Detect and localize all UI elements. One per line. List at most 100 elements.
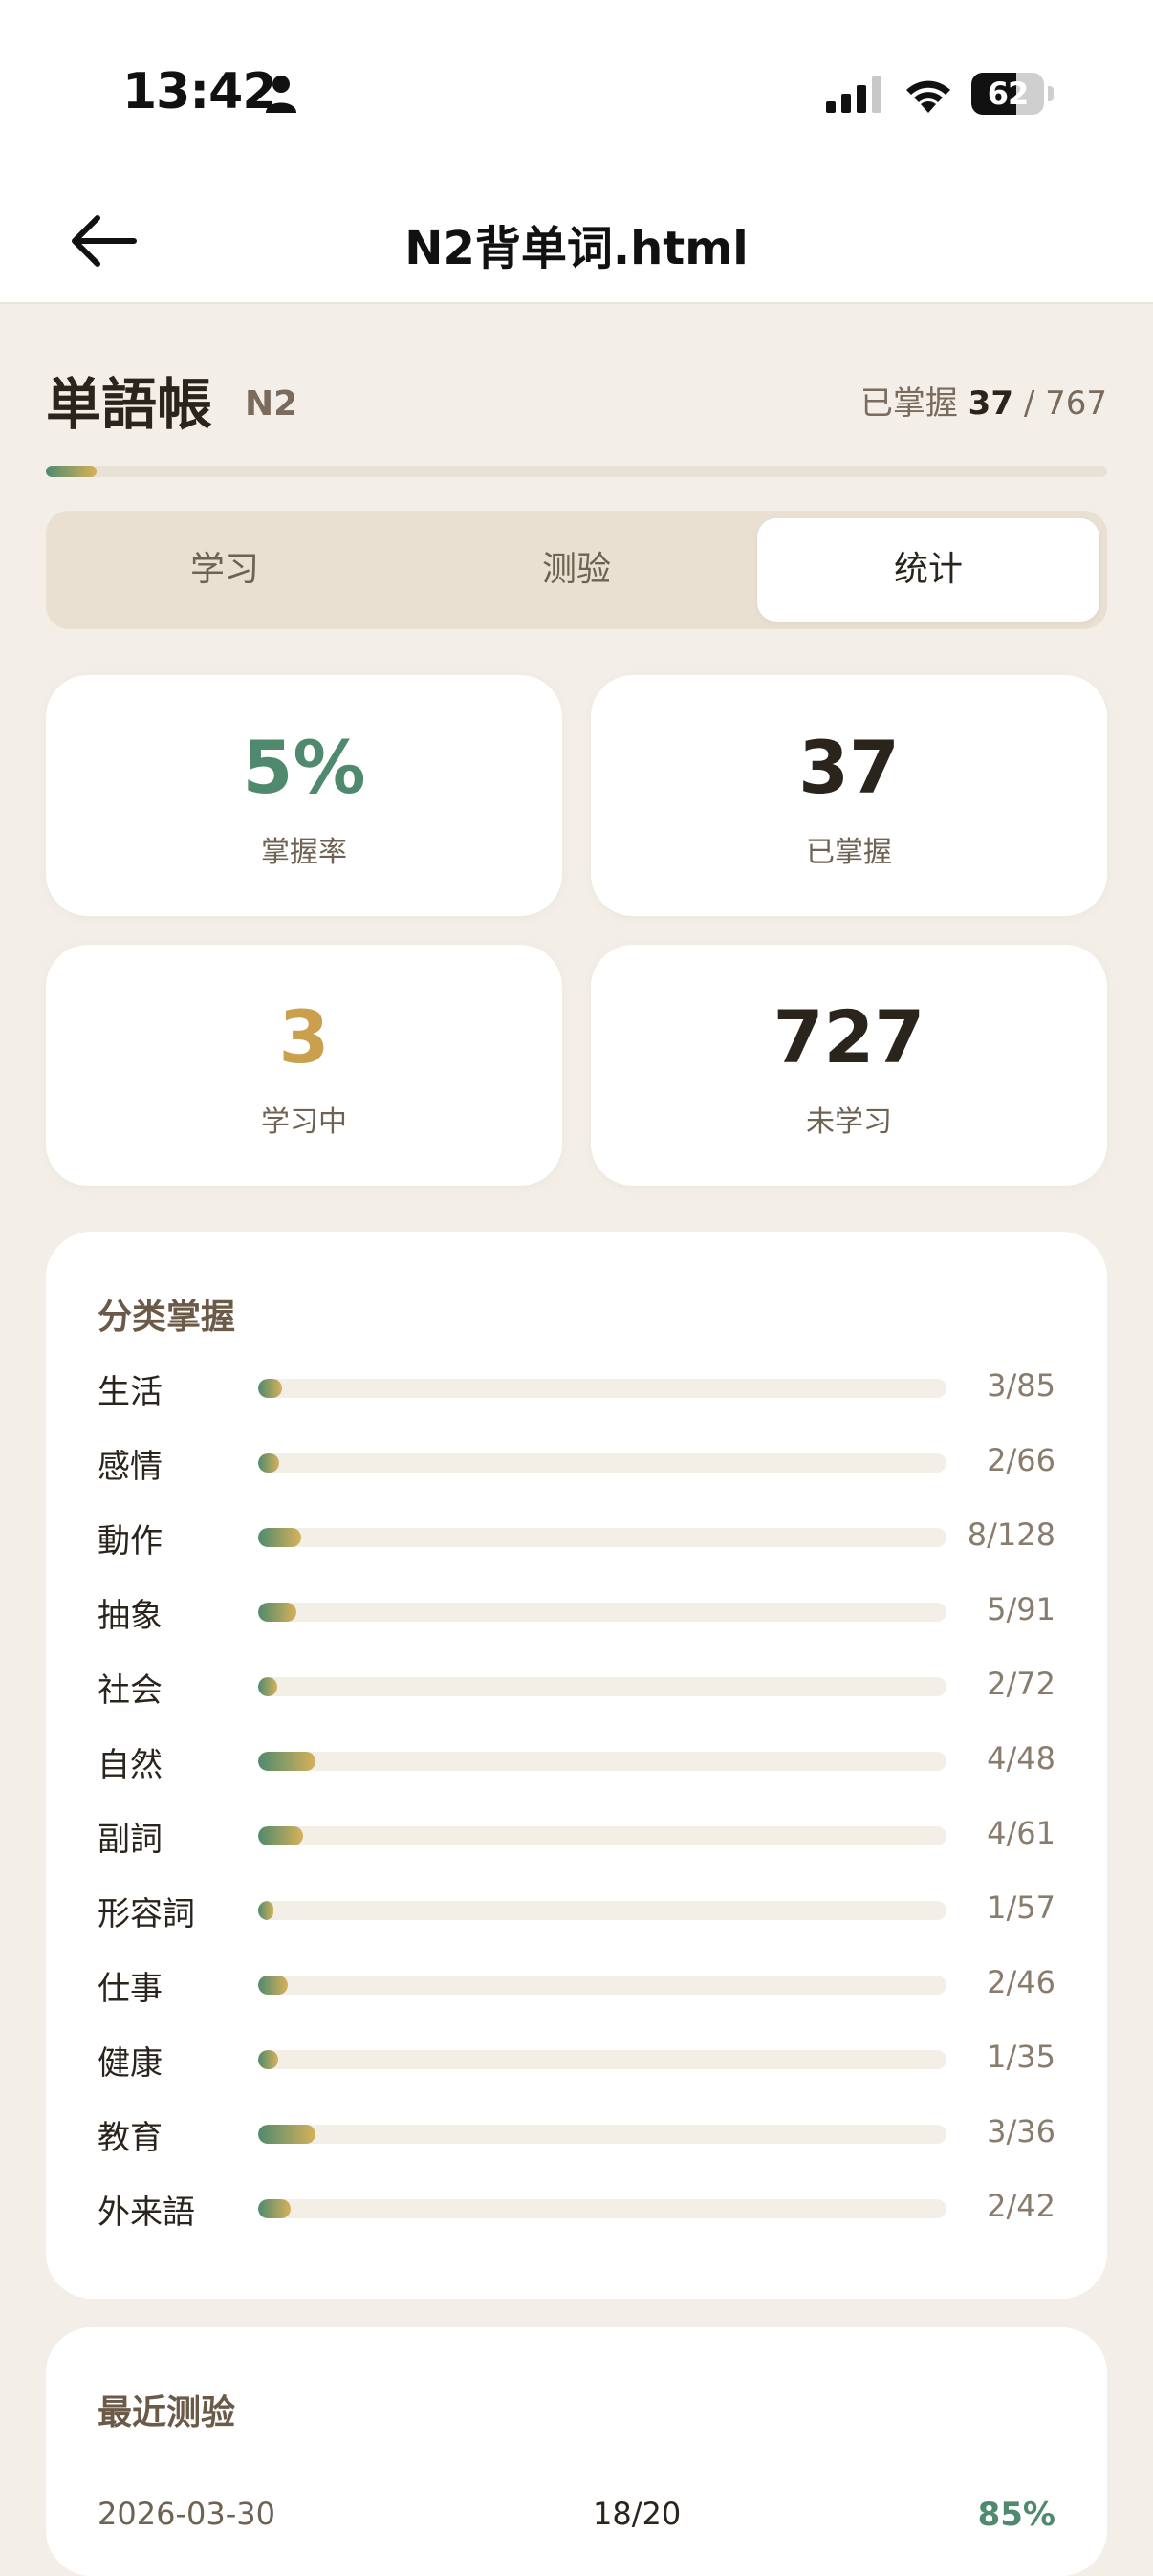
stat-value: 727 <box>772 994 925 1080</box>
category-name: 社会 <box>98 1671 163 1710</box>
category-count: 4/48 <box>987 1740 1055 1777</box>
category-count: 8/128 <box>967 1517 1055 1553</box>
stat-card-mastery-rate: 5% 掌握率 <box>46 675 562 916</box>
separator: / <box>1023 384 1035 423</box>
category-count: 3/85 <box>987 1367 1055 1404</box>
category-name: 動作 <box>98 1522 163 1561</box>
category-progress-bar <box>258 1752 946 1771</box>
category-row: 健康 1/35 <box>46 2029 1107 2086</box>
stat-label: 学习中 <box>261 1105 347 1139</box>
category-progress-fill <box>258 1379 283 1398</box>
tab-bar: 学习 测验 统计 <box>46 511 1107 629</box>
category-progress-fill <box>258 1603 296 1622</box>
category-count: 1/35 <box>987 2039 1055 2075</box>
mastered-summary: 已掌握 37 / 767 <box>860 377 1107 424</box>
category-progress-bar <box>258 1603 946 1622</box>
category-row: 仕事 2/46 <box>46 1954 1107 2012</box>
cellular-signal-icon <box>826 76 881 113</box>
category-count: 2/72 <box>987 1666 1055 1702</box>
category-name: 生活 <box>98 1373 163 1411</box>
mastered-label: 已掌握 <box>859 384 958 423</box>
category-row: 社会 2/72 <box>46 1656 1107 1714</box>
category-progress-fill <box>258 2125 315 2144</box>
category-name: 外来語 <box>98 2194 195 2232</box>
overall-progress-bar <box>46 466 1107 477</box>
quiz-score: 18/20 <box>593 2496 682 2532</box>
total-count: 767 <box>1045 384 1107 423</box>
category-progress-bar <box>258 1976 946 1995</box>
overall-progress-fill <box>46 466 98 477</box>
category-count: 2/66 <box>987 1442 1055 1478</box>
category-name: 抽象 <box>98 1597 163 1635</box>
quiz-percent: 85% <box>977 2496 1055 2534</box>
category-count: 4/61 <box>987 1815 1055 1851</box>
battery-percent: 62 <box>987 76 1030 112</box>
stat-card-mastered: 37 已掌握 <box>591 675 1107 916</box>
category-count: 5/91 <box>987 1591 1055 1627</box>
tab-study[interactable]: 学习 <box>54 518 396 622</box>
recent-quiz-row[interactable]: 2026-03-30 18/20 85% <box>46 2496 1107 2553</box>
stat-value: 37 <box>798 725 900 810</box>
stat-value: 3 <box>278 994 330 1080</box>
stat-card-unlearned: 727 未学习 <box>591 945 1107 1186</box>
stat-value: 5% <box>242 725 366 810</box>
tab-stats[interactable]: 统计 <box>757 518 1099 622</box>
stat-label: 已掌握 <box>806 836 892 869</box>
category-row: 抽象 5/91 <box>46 1582 1107 1639</box>
category-progress-bar <box>258 1901 946 1920</box>
category-row: 教育 3/36 <box>46 2104 1107 2161</box>
category-progress-bar <box>258 2125 946 2144</box>
category-row: 動作 8/128 <box>46 1507 1107 1564</box>
category-progress-fill <box>258 1826 304 1845</box>
category-count: 1/57 <box>987 1889 1055 1926</box>
category-progress-fill <box>258 1976 289 1995</box>
category-progress-fill <box>258 1528 301 1547</box>
page-title: 単語帳 <box>46 372 213 437</box>
category-progress-fill <box>258 1677 277 1696</box>
category-row: 形容詞 1/57 <box>46 1880 1107 1937</box>
wifi-icon <box>906 80 950 113</box>
mastered-count: 37 <box>968 384 1013 423</box>
category-progress-fill <box>258 1752 315 1771</box>
category-progress-bar <box>258 1379 946 1398</box>
battery-indicator: 62 <box>971 73 1054 115</box>
category-progress-bar <box>258 1453 946 1473</box>
category-progress-fill <box>258 1901 273 1920</box>
category-name: 自然 <box>98 1746 163 1784</box>
stat-card-learning: 3 学习中 <box>46 945 562 1186</box>
category-progress-bar <box>258 1528 946 1547</box>
recent-panel-title: 最近测验 <box>98 2393 236 2433</box>
tab-quiz[interactable]: 测验 <box>405 518 748 622</box>
category-row: 感情 2/66 <box>46 1432 1107 1490</box>
category-count: 2/46 <box>987 1964 1055 2000</box>
status-time: 13:42 <box>122 63 277 120</box>
category-name: 感情 <box>98 1448 163 1486</box>
category-progress-fill <box>258 2050 278 2069</box>
category-mastery-panel: 分类掌握 生活 3/85 感情 2/66 動作 8/128 抽象 5/91 社会 2/72 自然 4/… <box>46 1232 1107 2299</box>
category-progress-fill <box>258 2199 292 2218</box>
category-progress-bar <box>258 1677 946 1696</box>
category-name: 教育 <box>98 2119 163 2157</box>
category-row: 外来語 2/42 <box>46 2178 1107 2236</box>
category-row: 副詞 4/61 <box>46 1805 1107 1863</box>
category-name: 仕事 <box>98 1970 163 2008</box>
person-icon <box>266 76 296 113</box>
page-title-bar: N2背单词.html <box>404 222 749 275</box>
status-bar: 13:42 62 <box>0 0 1153 182</box>
level-tag: N2 <box>245 384 298 424</box>
category-count: 3/36 <box>987 2113 1055 2150</box>
quiz-date: 2026-03-30 <box>98 2496 275 2532</box>
recent-quiz-panel: 最近测验 2026-03-30 18/20 85% <box>46 2327 1107 2576</box>
stat-label: 未学习 <box>806 1105 892 1139</box>
category-row: 自然 4/48 <box>46 1731 1107 1788</box>
category-name: 形容詞 <box>98 1895 195 1933</box>
stat-label: 掌握率 <box>261 836 347 869</box>
category-progress-bar <box>258 2199 946 2218</box>
category-name: 副詞 <box>98 1821 163 1859</box>
category-progress-bar <box>258 1826 946 1845</box>
category-progress-fill <box>258 1453 279 1473</box>
category-panel-title: 分类掌握 <box>98 1298 236 1337</box>
category-count: 2/42 <box>987 2188 1055 2224</box>
category-row: 生活 3/85 <box>46 1358 1107 1415</box>
nav-bar: N2背单词.html <box>0 182 1153 304</box>
